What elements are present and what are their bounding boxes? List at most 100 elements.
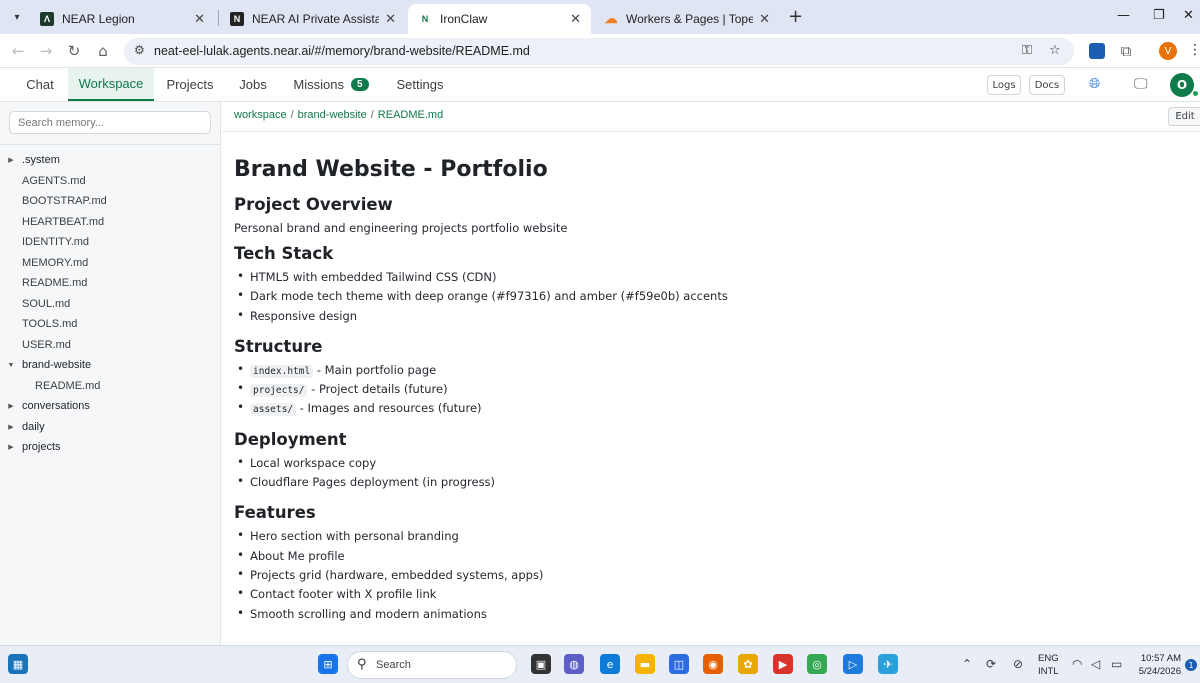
no-network-icon[interactable]: ⊘ xyxy=(1013,657,1023,671)
tree-file[interactable]: BOOTSTRAP.md xyxy=(0,191,221,212)
document-title: Brand Website - Portfolio xyxy=(234,157,548,182)
tree-folder[interactable]: ▶ .system xyxy=(0,150,221,171)
list-item-text: Cloudflare Pages deployment (in progress… xyxy=(250,475,496,490)
caret-right-icon[interactable]: ▶ xyxy=(0,423,22,431)
forward-arrow-icon[interactable]: → xyxy=(36,41,56,61)
tree-file[interactable]: README.md xyxy=(0,376,221,397)
close-tab-icon[interactable]: ✕ xyxy=(759,11,770,27)
tree-file[interactable]: IDENTITY.md xyxy=(0,232,221,253)
task-view-icon[interactable]: ▣ xyxy=(531,654,551,674)
caret-down-icon[interactable]: ▼ xyxy=(0,362,22,369)
microsoft-store-icon[interactable]: ◫ xyxy=(669,654,689,674)
tree-file[interactable]: TOOLS.md xyxy=(0,314,221,335)
breadcrumb-readme[interactable]: README.md xyxy=(378,109,443,121)
minimize-icon[interactable]: — xyxy=(1117,8,1130,23)
system-clock[interactable]: 10:57 AM 5/24/2026 xyxy=(1133,652,1181,678)
memory-file-tree: ▶ .system AGENTS.md BOOTSTRAP.md HEARTBEAT.m… xyxy=(0,150,221,458)
tree-file[interactable]: MEMORY.md xyxy=(0,253,221,274)
tab-missions[interactable]: Missions 5 xyxy=(290,68,372,101)
tree-folder[interactable]: ▶ conversations xyxy=(0,396,221,417)
close-tab-icon[interactable]: ✕ xyxy=(385,11,396,27)
edit-button[interactable]: Edit xyxy=(1168,107,1200,126)
tree-file[interactable]: HEARTBEAT.md xyxy=(0,212,221,233)
bookmark-star-icon[interactable]: ☆ xyxy=(1049,43,1061,58)
reload-icon[interactable]: ↻ xyxy=(64,41,84,61)
input-language-indicator[interactable]: ENG INTL xyxy=(1038,652,1059,678)
browser-menu-icon[interactable]: ⋮ xyxy=(1188,42,1200,58)
logs-button[interactable]: Logs xyxy=(987,75,1021,95)
pdf-app-icon[interactable]: ▶ xyxy=(773,654,793,674)
restore-icon[interactable]: ❐ xyxy=(1153,8,1165,23)
tree-folder[interactable]: ▶ daily xyxy=(0,417,221,438)
close-tab-icon[interactable]: ✕ xyxy=(194,11,205,27)
caret-right-icon[interactable]: ▶ xyxy=(0,402,22,410)
new-tab-plus-icon[interactable]: + xyxy=(788,6,803,27)
inline-code: assets/ xyxy=(250,403,297,417)
list-item: Dark mode tech theme with deep orange (#… xyxy=(234,288,1174,308)
list-item-text: - Project details (future) xyxy=(307,382,448,397)
tab-workspace[interactable]: Workspace xyxy=(68,68,154,101)
caret-right-icon[interactable]: ▶ xyxy=(0,156,22,164)
tab-search-chevron-icon[interactable]: ▾ xyxy=(6,6,28,28)
widgets-icon[interactable]: ▦ xyxy=(8,654,28,674)
tab-chat[interactable]: Chat xyxy=(16,68,64,101)
sunflower-app-icon[interactable]: ✿ xyxy=(738,654,758,674)
file-explorer-icon[interactable]: ▬ xyxy=(635,654,655,674)
battery-icon[interactable]: ▭ xyxy=(1111,657,1122,671)
tree-file[interactable]: SOUL.md xyxy=(0,294,221,315)
docs-button[interactable]: Docs xyxy=(1029,75,1065,95)
chrome-icon[interactable]: ◎ xyxy=(807,654,827,674)
password-key-icon[interactable]: ⚿ xyxy=(1022,43,1032,58)
firefox-icon[interactable]: ◉ xyxy=(703,654,723,674)
section-heading: Structure xyxy=(234,336,323,356)
browser-tab-near-ai[interactable]: N NEAR AI Private Assistant ✕ xyxy=(220,4,406,34)
address-url[interactable]: neat-eel-lulak.agents.near.ai/#/memory/b… xyxy=(154,44,530,58)
list-item: Cloudflare Pages deployment (in progress… xyxy=(234,474,1174,494)
monitor-icon[interactable]: 🖵 xyxy=(1134,76,1148,92)
address-bar[interactable]: ⚙ neat-eel-lulak.agents.near.ai/#/memory… xyxy=(124,38,1074,65)
taskbar-search-box[interactable]: ⚲ Search xyxy=(347,651,517,679)
breadcrumb-workspace[interactable]: workspace xyxy=(234,109,287,121)
start-windows-icon[interactable]: ⊞ xyxy=(318,654,338,674)
user-avatar[interactable]: O xyxy=(1170,73,1194,97)
browser-tab-workers-pages[interactable]: ☁ Workers & Pages | Topexmat2@ ✕ xyxy=(594,4,780,34)
tree-file[interactable]: AGENTS.md xyxy=(0,171,221,192)
section-heading: Project Overview xyxy=(234,195,393,214)
volume-icon[interactable]: ◁ xyxy=(1091,657,1100,671)
back-arrow-icon[interactable]: ← xyxy=(8,41,28,61)
media-app-icon[interactable]: ▷ xyxy=(843,654,863,674)
tree-file[interactable]: USER.md xyxy=(0,335,221,356)
browser-tab-ironclaw[interactable]: N IronClaw ✕ xyxy=(408,4,591,34)
close-tab-icon[interactable]: ✕ xyxy=(570,11,581,27)
breadcrumb-brand-website[interactable]: brand-website xyxy=(298,109,367,121)
extensions-puzzle-icon[interactable]: ⧉ xyxy=(1116,41,1136,61)
memory-search-input[interactable] xyxy=(9,111,211,134)
tree-folder[interactable]: ▶ projects xyxy=(0,437,221,458)
list-item: Smooth scrolling and modern animations xyxy=(234,606,1174,626)
close-window-icon[interactable]: ✕ xyxy=(1183,8,1194,23)
tab-settings[interactable]: Settings xyxy=(390,68,450,101)
browser-tab-near-legion[interactable]: Λ NEAR Legion ✕ xyxy=(30,4,215,34)
bullet-list: HTML5 with embedded Tailwind CSS (CDN) Da… xyxy=(234,269,1174,328)
caret-right-icon[interactable]: ▶ xyxy=(0,443,22,451)
tree-file[interactable]: README.md xyxy=(0,273,221,294)
browser-profile-avatar[interactable]: V xyxy=(1159,42,1177,60)
tab-title: Workers & Pages | Topexmat2@ xyxy=(626,12,754,26)
show-hidden-icons-chevron-icon[interactable]: ⌃ xyxy=(962,657,972,671)
sync-icon[interactable]: ⟳ xyxy=(986,657,996,671)
tab-projects[interactable]: Projects xyxy=(160,68,220,101)
telegram-icon[interactable]: ✈ xyxy=(878,654,898,674)
list-item-text: Responsive design xyxy=(250,308,358,323)
list-item-text: HTML5 with embedded Tailwind CSS (CDN) xyxy=(250,270,497,284)
notification-count-badge[interactable]: 1 xyxy=(1185,659,1197,671)
extension-icon[interactable] xyxy=(1089,43,1105,59)
site-info-icon[interactable]: ⚙ xyxy=(134,43,145,57)
globe-icon[interactable]: 🌐︎ xyxy=(1089,76,1100,92)
tab-jobs[interactable]: Jobs xyxy=(232,68,274,101)
edge-browser-icon[interactable]: e xyxy=(600,654,620,674)
teams-chat-icon[interactable]: ◍ xyxy=(564,654,584,674)
home-icon[interactable]: ⌂ xyxy=(93,41,113,61)
tree-item-label: BOOTSTRAP.md xyxy=(22,195,107,208)
wifi-icon[interactable]: ◠ xyxy=(1072,657,1082,671)
tree-folder[interactable]: ▼ brand-website xyxy=(0,355,221,376)
